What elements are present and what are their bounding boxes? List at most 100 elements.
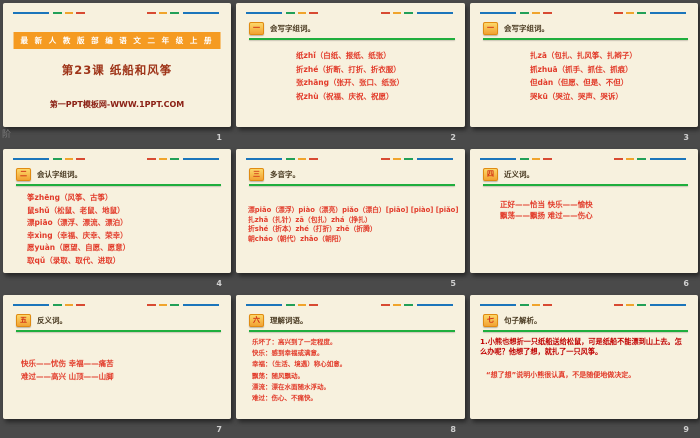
slide-9-canvas: 七 句子解析。 1.小熊也想折一只纸船送给松鼠，可是纸船不能漂到山上去。怎么办呢… bbox=[470, 295, 698, 419]
word-line: 漂piāo（漂浮）piào（漂亮）piǎo（漂白）[piāo] [piào] [… bbox=[248, 206, 459, 214]
section-header-label: 多音字。 bbox=[270, 170, 300, 179]
slide-3-canvas: 一 会写字组词。 扎zā（包扎、扎风筝、扎辫子） 抓zhuā（抓手、抓住、抓痕）… bbox=[470, 3, 698, 127]
word-line: 张zhāng（张开、张口、纸张） bbox=[296, 78, 404, 87]
decor-dash-bar bbox=[13, 12, 219, 14]
section-header-label: 近义词。 bbox=[504, 170, 534, 179]
section-header-label: 反义词。 bbox=[37, 316, 67, 325]
section-number-icon: 六 bbox=[249, 314, 264, 327]
decor-dash-bar bbox=[13, 304, 219, 306]
word-list: 纸zhǐ（白纸、报纸、纸张） 折zhé（折断、打折、折衣服） 张zhāng（张开… bbox=[296, 49, 465, 103]
slide-4-canvas: 二 会认字组词。 筝zhēng（风筝、古筝） 鼠shǔ（松鼠、老鼠、地鼠） 漂p… bbox=[3, 149, 231, 273]
word-line: 折zhé（折断、打折、折衣服） bbox=[296, 64, 401, 74]
page-number: 6 bbox=[683, 279, 689, 288]
header-underline bbox=[249, 184, 455, 186]
series-banner: 最 新 人 教 版 部 编 语 文 二 年 级 上 册 bbox=[13, 32, 221, 49]
page-number: 5 bbox=[450, 279, 456, 288]
section-header-label: 句子解析。 bbox=[504, 316, 542, 325]
lesson-title: 第23课 纸船和风筝 bbox=[61, 63, 173, 77]
slide-5-canvas: 三 多音字。 漂piāo（漂浮）piào（漂亮）piǎo（漂白）[piāo] [… bbox=[236, 149, 465, 273]
slide-thumbnail-3[interactable]: 一 会写字组词。 扎zā（包扎、扎风筝、扎辫子） 抓zhuā（抓手、抓住、抓痕）… bbox=[467, 0, 700, 146]
header-underline bbox=[483, 38, 688, 40]
section-header: 一 会写字组词。 bbox=[249, 22, 465, 35]
analysis-note: “想了想”说明小熊很认真，不是随便地做决定。 bbox=[486, 371, 636, 379]
decor-dash-bar bbox=[13, 158, 219, 160]
word-line: 扎zā（包扎、扎风筝、扎辫子） bbox=[530, 51, 637, 60]
slide-thumbnail-5[interactable]: 三 多音字。 漂piāo（漂浮）piào（漂亮）piǎo（漂白）[piāo] [… bbox=[233, 146, 467, 292]
section-number-icon: 一 bbox=[483, 22, 498, 35]
section-header-label: 理解词语。 bbox=[270, 316, 308, 325]
decor-dash-bar bbox=[246, 158, 453, 160]
slide-thumbnail-6[interactable]: 四 近义词。 正好——恰当 快乐——愉快 飘荡——飘扬 难过——伤心 6 bbox=[467, 146, 700, 292]
section-header-label: 会写字组词。 bbox=[504, 24, 549, 33]
word-line: 飘荡——飘扬 难过——伤心 bbox=[500, 211, 593, 220]
word-line: 愿yuàn（愿望、自愿、愿意） bbox=[27, 243, 131, 252]
page-number: 4 bbox=[216, 279, 222, 288]
header-underline bbox=[483, 184, 688, 186]
section-header-label: 会写字组词。 bbox=[270, 24, 315, 33]
section-header: 五 反义词。 bbox=[16, 314, 231, 327]
word-line: 乐坏了：高兴到了一定程度。 bbox=[252, 338, 337, 346]
slide-8-canvas: 六 理解词语。 乐坏了：高兴到了一定程度。 快乐：感到幸福或满意。 幸福：（生活… bbox=[236, 295, 465, 419]
word-line: 幸福：（生活、境遇）称心如意。 bbox=[252, 360, 347, 369]
decor-dash-bar bbox=[480, 304, 686, 306]
page-number: 8 bbox=[450, 425, 456, 434]
word-line: 朝cháo（朝代）zhāo（朝阳） bbox=[248, 234, 346, 243]
word-line: 漂piāo（漂浮、漂流、漂泊） bbox=[27, 218, 128, 227]
word-list: 筝zhēng（风筝、古筝） 鼠shǔ（松鼠、老鼠、地鼠） 漂piāo（漂浮、漂流… bbox=[27, 192, 231, 267]
word-list: 乐坏了：高兴到了一定程度。 快乐：感到幸福或满意。 幸福：（生活、境遇）称心如意… bbox=[252, 337, 465, 404]
page-number: 9 bbox=[683, 425, 689, 434]
slide-sorter-grid: 最 新 人 教 版 部 编 语 文 二 年 级 上 册 第23课 纸船和风筝 第… bbox=[0, 0, 700, 438]
word-line: 难过——高兴 山顶——山脚 bbox=[21, 372, 114, 381]
word-list: 正好——恰当 快乐——愉快 飘荡——飘扬 难过——伤心 bbox=[500, 199, 698, 221]
section-number-icon: 四 bbox=[483, 168, 498, 181]
word-line: 取qǔ（录取、取代、进取） bbox=[27, 255, 121, 265]
section-header: 六 理解词语。 bbox=[249, 314, 465, 327]
section-header: 三 多音字。 bbox=[249, 168, 465, 181]
word-line: 漂流：漂在水面随水浮动。 bbox=[252, 382, 330, 391]
section-number-icon: 一 bbox=[249, 22, 264, 35]
corner-watermark-text: 阶 bbox=[2, 130, 12, 140]
header-underline bbox=[249, 330, 455, 332]
word-line: 祝zhù（祝福、庆祝、祝愿） bbox=[296, 91, 394, 101]
slide-thumbnail-7[interactable]: 五 反义词。 快乐——忧伤 幸福——痛苦 难过——高兴 山顶——山脚 7 bbox=[0, 292, 233, 438]
word-list: 扎zā（包扎、扎风筝、扎辫子） 抓zhuā（抓手、抓住、抓痕） 但dàn（但愿、… bbox=[530, 49, 698, 103]
slide-thumbnail-8[interactable]: 六 理解词语。 乐坏了：高兴到了一定程度。 快乐：感到幸福或满意。 幸福：（生活… bbox=[233, 292, 467, 438]
section-header: 一 会写字组词。 bbox=[483, 22, 698, 35]
word-line: 鼠shǔ（松鼠、老鼠、地鼠） bbox=[27, 205, 125, 215]
section-number-icon: 三 bbox=[249, 168, 264, 181]
word-line: 幸xìng（幸福、庆幸、荣幸） bbox=[27, 230, 128, 240]
header-underline bbox=[483, 330, 688, 332]
site-watermark-text: 第一PPT模板网-WWW.1PPT.COM bbox=[49, 100, 185, 109]
slide-thumbnail-4[interactable]: 二 会认字组词。 筝zhēng（风筝、古筝） 鼠shǔ（松鼠、老鼠、地鼠） 漂p… bbox=[0, 146, 233, 292]
page-number: 7 bbox=[216, 425, 222, 434]
header-underline bbox=[16, 184, 221, 186]
page-number: 1 bbox=[216, 133, 222, 142]
page-number: 3 bbox=[683, 133, 689, 142]
slide-6-canvas: 四 近义词。 正好——恰当 快乐——愉快 飘荡——飘扬 难过——伤心 bbox=[470, 149, 698, 273]
word-line: 筝zhēng（风筝、古筝） bbox=[27, 193, 113, 202]
word-line: 但dàn（但愿、但是、不但） bbox=[530, 78, 629, 87]
slide-thumbnail-9[interactable]: 七 句子解析。 1.小熊也想折一只纸船送给松鼠，可是纸船不能漂到山上去。怎么办呢… bbox=[467, 292, 700, 438]
word-line: 难过：伤心、不痛快。 bbox=[252, 394, 317, 403]
section-number-icon: 七 bbox=[483, 314, 498, 327]
decor-dash-bar bbox=[246, 304, 453, 306]
word-line: 快乐——忧伤 幸福——痛苦 bbox=[21, 359, 114, 368]
word-line: 哭kū（哭泣、哭声、哭诉） bbox=[530, 91, 623, 101]
section-header: 四 近义词。 bbox=[483, 168, 698, 181]
analysis-sentence: 1.小熊也想折一只纸船送给松鼠，可是纸船不能漂到山上去。怎么办呢？他想了想，就扎… bbox=[480, 337, 682, 356]
slide-2-canvas: 一 会写字组词。 纸zhǐ（白纸、报纸、纸张） 折zhé（折断、打折、折衣服） … bbox=[236, 3, 465, 127]
word-line: 扎zhā（扎针）zā（包扎）zhá（挣扎） bbox=[248, 215, 372, 224]
decor-dash-bar bbox=[480, 12, 686, 14]
page-number: 2 bbox=[450, 133, 456, 142]
section-header: 二 会认字组词。 bbox=[16, 168, 231, 181]
section-number-icon: 五 bbox=[16, 314, 31, 327]
word-line: 折shé（折本）zhé（打折）zhē（折腾） bbox=[248, 225, 377, 234]
slide-thumbnail-1[interactable]: 最 新 人 教 版 部 编 语 文 二 年 级 上 册 第23课 纸船和风筝 第… bbox=[0, 0, 233, 146]
decor-dash-bar bbox=[480, 158, 686, 160]
slide-thumbnail-2[interactable]: 一 会写字组词。 纸zhǐ（白纸、报纸、纸张） 折zhé（折断、打折、折衣服） … bbox=[233, 0, 467, 146]
slide-1-canvas: 最 新 人 教 版 部 编 语 文 二 年 级 上 册 第23课 纸船和风筝 第… bbox=[3, 3, 231, 127]
word-list: 快乐——忧伤 幸福——痛苦 难过——高兴 山顶——山脚 bbox=[21, 357, 231, 383]
word-line: 抓zhuā（抓手、抓住、抓痕） bbox=[530, 64, 633, 74]
header-underline bbox=[249, 38, 455, 40]
word-line: 纸zhǐ（白纸、报纸、纸张） bbox=[296, 51, 391, 60]
